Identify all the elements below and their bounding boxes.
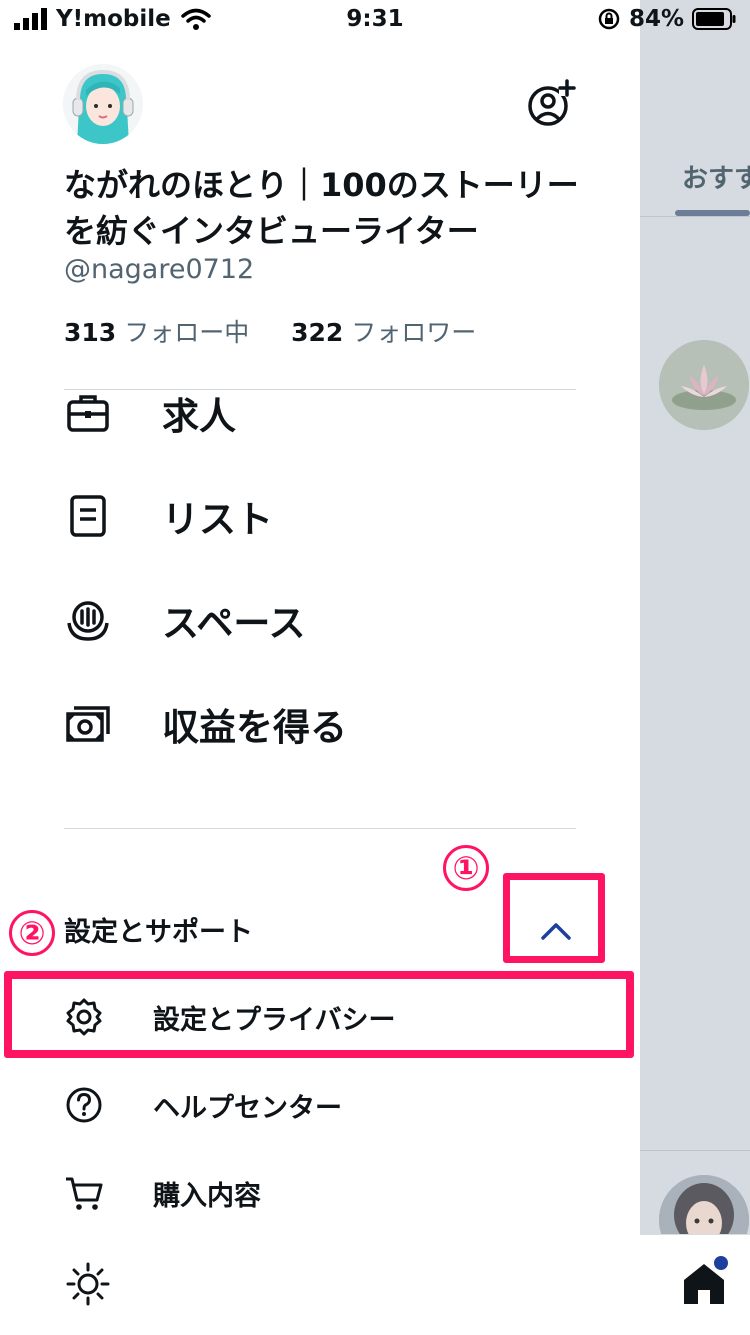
following-count: 313	[64, 318, 117, 347]
battery-percent: 84%	[628, 6, 684, 32]
feed-divider	[640, 1150, 750, 1151]
feed-avatar-lotus[interactable]	[659, 340, 749, 430]
menu-item-lists[interactable]: リスト	[64, 486, 584, 546]
battery-icon	[692, 8, 736, 30]
menu-item-monetization[interactable]: 収益を得る	[64, 694, 584, 754]
notification-dot	[712, 1254, 730, 1272]
menu-item-jobs[interactable]: 求人	[64, 383, 584, 443]
sun-icon[interactable]	[64, 1260, 112, 1308]
following-label: フォロー中	[124, 318, 250, 347]
step-badge-1: ①	[443, 845, 489, 891]
sub-item-label: ヘルプセンター	[153, 1092, 342, 1124]
profile-display-name[interactable]: ながれのほとり｜100のストーリーを紡ぐインタビューライター	[64, 162, 584, 254]
list-icon	[64, 492, 112, 540]
menu-item-spaces[interactable]: スペース	[64, 590, 584, 650]
feed-divider	[640, 216, 750, 217]
sub-item-label: 購入内容	[153, 1180, 261, 1212]
monetization-icon	[64, 700, 112, 748]
sub-item-purchases[interactable]: 購入内容	[64, 1168, 604, 1218]
rotation-lock-icon	[598, 8, 620, 30]
highlight-chevron	[503, 873, 605, 963]
menu-label: 求人	[162, 395, 236, 438]
lotus-icon	[659, 340, 749, 430]
following-link[interactable]: 313 フォロー中	[64, 318, 257, 347]
cart-icon	[64, 1173, 104, 1213]
menu-label: リスト	[162, 498, 273, 541]
menu-label: 収益を得る	[162, 706, 347, 749]
menu-label: スペース	[162, 602, 306, 645]
followers-label: フォロワー	[351, 318, 477, 347]
avatar[interactable]	[63, 64, 143, 144]
spaces-icon	[64, 596, 112, 644]
avatar-illustration	[63, 64, 143, 144]
tab-recommended[interactable]: おすす	[682, 158, 750, 195]
profile-handle: @nagare0712	[64, 254, 255, 285]
background-feed	[640, 0, 750, 1334]
status-right: 84%	[597, 6, 736, 32]
add-account-icon[interactable]	[526, 78, 576, 128]
followers-count: 322	[291, 318, 344, 347]
step-badge-2: ②	[9, 910, 55, 956]
divider	[64, 828, 576, 829]
sub-item-help-center[interactable]: ヘルプセンター	[64, 1080, 604, 1130]
highlight-settings-privacy	[4, 971, 634, 1058]
briefcase-icon	[64, 389, 112, 437]
followers-link[interactable]: 322 フォロワー	[291, 318, 476, 347]
follow-stats: 313 フォロー中 322 フォロワー	[64, 313, 476, 349]
help-icon	[64, 1085, 104, 1125]
settings-support-header[interactable]: 設定とサポート	[64, 910, 253, 949]
status-bar: Y!mobile 9:31 84%	[0, 0, 750, 42]
